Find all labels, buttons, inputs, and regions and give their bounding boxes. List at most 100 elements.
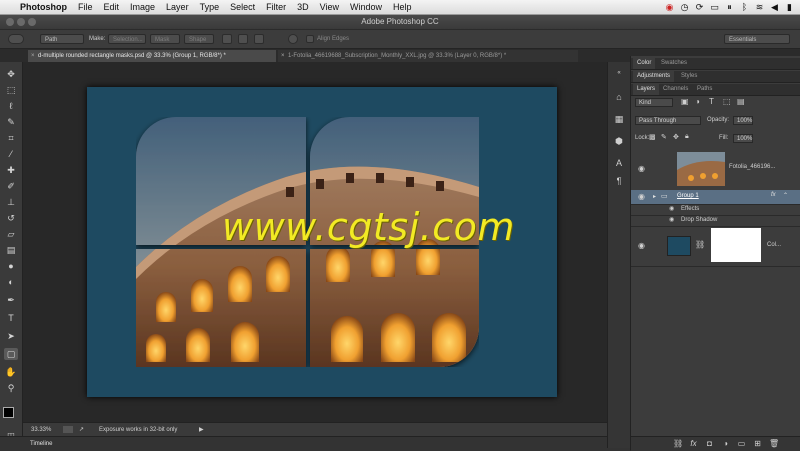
tab-color[interactable]: Color: [633, 58, 656, 69]
crop-tool-icon[interactable]: ⌗: [4, 132, 18, 144]
path-arrangement-icon[interactable]: [254, 34, 264, 44]
fx-icon[interactable]: fx: [771, 192, 776, 198]
menu-type[interactable]: Type: [200, 0, 220, 14]
eye-icon[interactable]: ◉: [638, 192, 648, 201]
tab-channels[interactable]: Channels: [659, 84, 692, 95]
layer-name[interactable]: Group 1: [677, 193, 699, 199]
tab-paths[interactable]: Paths: [693, 84, 716, 95]
filter-adjustment-icon[interactable]: ◑: [695, 97, 700, 106]
lock-all-icon[interactable]: 🔒︎: [685, 133, 689, 141]
path-alignment-icon[interactable]: [238, 34, 248, 44]
lasso-tool-icon[interactable]: ℓ: [4, 100, 18, 112]
link-layers-icon[interactable]: ⛓: [673, 440, 683, 448]
share-icon[interactable]: ↗: [79, 423, 84, 437]
eraser-tool-icon[interactable]: ▱: [4, 228, 18, 240]
eye-icon[interactable]: ◉: [638, 164, 648, 173]
align-edges-checkbox[interactable]: [306, 35, 314, 43]
menu-image[interactable]: Image: [130, 0, 155, 14]
new-group-icon[interactable]: ▭: [737, 440, 746, 448]
new-adjustment-layer-icon[interactable]: ◑: [721, 440, 730, 448]
rounded-rectangle-tool-icon[interactable]: ▢: [4, 348, 18, 360]
add-mask-icon[interactable]: ◘: [705, 440, 714, 448]
new-layer-icon[interactable]: ⊞: [753, 440, 762, 448]
volume-icon[interactable]: ◀: [770, 0, 779, 14]
blur-tool-icon[interactable]: ●: [4, 260, 18, 272]
sync-icon[interactable]: ⟳: [695, 0, 704, 14]
menu-view[interactable]: View: [320, 0, 339, 14]
fill-field[interactable]: 100%: [733, 134, 753, 143]
quick-selection-tool-icon[interactable]: ✎: [4, 116, 18, 128]
tab-adjustments[interactable]: Adjustments: [633, 71, 675, 82]
tab-multiple-rounded-rectangle-masks[interactable]: × d-multiple rounded rectangle masks.psd…: [28, 50, 276, 62]
close-window-button[interactable]: [6, 18, 14, 26]
menu-3d[interactable]: 3D: [297, 0, 309, 14]
close-tab-icon[interactable]: ×: [31, 50, 35, 62]
gear-icon[interactable]: [288, 34, 298, 44]
zoom-window-button[interactable]: [28, 18, 36, 26]
menu-help[interactable]: Help: [393, 0, 412, 14]
menu-window[interactable]: Window: [350, 0, 382, 14]
clone-stamp-tool-icon[interactable]: ⊥: [4, 196, 18, 208]
opacity-field[interactable]: 100%: [733, 116, 753, 125]
wifi-icon[interactable]: ≋: [755, 0, 764, 14]
tool-preset-icon[interactable]: [8, 34, 24, 44]
hand-tool-icon[interactable]: ✋: [4, 366, 18, 378]
eye-icon[interactable]: ◉: [669, 216, 679, 223]
minimize-window-button[interactable]: [17, 18, 25, 26]
menu-layer[interactable]: Layer: [166, 0, 189, 14]
healing-brush-tool-icon[interactable]: ✚: [4, 164, 18, 176]
path-operations-icon[interactable]: [222, 34, 232, 44]
close-tab-icon[interactable]: ×: [281, 50, 285, 62]
properties-panel-icon[interactable]: ▦: [613, 114, 625, 124]
lock-position-icon[interactable]: ✥: [673, 133, 679, 141]
layer-row-color-fill[interactable]: ◉ ⛓ Col...: [631, 226, 800, 267]
foreground-color-swatch[interactable]: [3, 407, 14, 418]
layer-filter-kind-select[interactable]: Kind: [635, 98, 673, 107]
gradient-tool-icon[interactable]: ▤: [4, 244, 18, 256]
type-tool-icon[interactable]: T: [4, 312, 18, 324]
collapse-effects-icon[interactable]: ⌃: [783, 192, 788, 199]
blend-mode-select[interactable]: Pass Through: [635, 116, 701, 125]
dodge-tool-icon[interactable]: ◐: [4, 276, 18, 288]
history-brush-tool-icon[interactable]: ↺: [4, 212, 18, 224]
lock-image-icon[interactable]: ✎: [661, 133, 667, 141]
tab-layers[interactable]: Layers: [633, 84, 660, 95]
layer-mask-thumbnail[interactable]: [711, 228, 761, 262]
menu-file[interactable]: File: [78, 0, 93, 14]
tab-styles[interactable]: Styles: [677, 71, 701, 82]
status-info-icon[interactable]: [63, 426, 73, 433]
make-mask-button[interactable]: Mask: [150, 34, 180, 44]
move-tool-icon[interactable]: ✥: [4, 68, 18, 80]
drop-shadow-label[interactable]: Drop Shadow: [681, 217, 717, 223]
fill-swatch-thumbnail[interactable]: [667, 236, 691, 256]
filter-pixel-icon[interactable]: ▣: [681, 97, 689, 106]
3d-panel-icon[interactable]: ⬢: [613, 136, 625, 146]
trash-icon[interactable]: 🗑︎: [769, 440, 779, 448]
filter-shape-icon[interactable]: ⬚: [723, 97, 731, 106]
status-menu-arrow-icon[interactable]: ▶: [199, 423, 204, 437]
filter-type-icon[interactable]: T: [709, 97, 714, 106]
workspace-select[interactable]: Essentials: [724, 34, 790, 44]
paragraph-panel-icon[interactable]: ¶: [613, 176, 625, 186]
make-selection-button[interactable]: Selection...: [108, 34, 146, 44]
pen-tool-icon[interactable]: ✒: [4, 294, 18, 306]
layer-row-group[interactable]: ◉ ▸ ▭ Group 1 fx ⌃: [631, 190, 800, 205]
layer-row-image[interactable]: ◉ Fotolia_466196...: [631, 148, 800, 191]
layer-name[interactable]: Col...: [767, 242, 781, 248]
add-layer-style-icon[interactable]: fx: [689, 440, 698, 448]
path-mode-select[interactable]: Path: [40, 34, 84, 44]
tab-fotolia-jpg[interactable]: × 1-Fotolia_46619688_Subscription_Monthl…: [278, 50, 578, 62]
pause-icon[interactable]: ⏸: [725, 0, 734, 14]
timeline-tab[interactable]: Timeline: [30, 437, 52, 451]
filter-smart-object-icon[interactable]: ▤: [737, 97, 745, 106]
marquee-tool-icon[interactable]: ⬚: [4, 84, 18, 96]
path-selection-tool-icon[interactable]: ➤: [4, 330, 18, 342]
menu-select[interactable]: Select: [230, 0, 255, 14]
menu-edit[interactable]: Edit: [104, 0, 120, 14]
make-shape-button[interactable]: Shape: [184, 34, 214, 44]
zoom-level[interactable]: 33.33%: [31, 423, 51, 437]
display-icon[interactable]: ▭: [710, 0, 719, 14]
eye-icon[interactable]: ◉: [669, 205, 679, 212]
history-panel-icon[interactable]: ⌂: [613, 92, 625, 102]
menu-app[interactable]: Photoshop: [20, 0, 67, 14]
